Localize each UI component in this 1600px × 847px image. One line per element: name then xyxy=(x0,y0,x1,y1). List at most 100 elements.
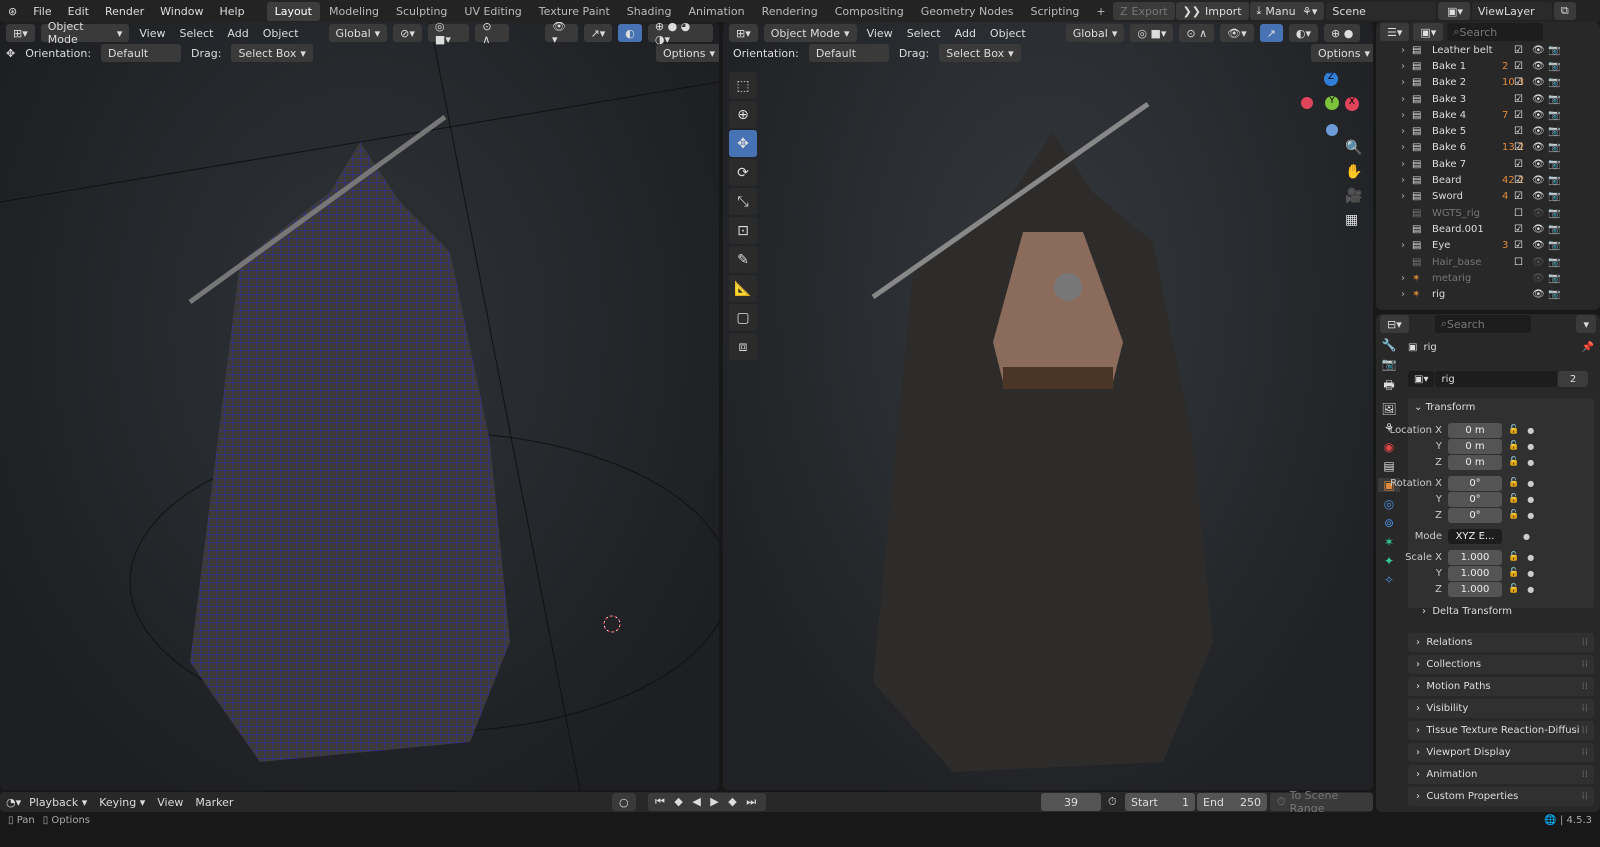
auto-keying-toggle[interactable]: ○ xyxy=(612,793,636,811)
add-workspace-button[interactable]: + xyxy=(1088,2,1113,21)
panel-motion-paths[interactable]: › Motion Paths ⁞⁞ xyxy=(1408,677,1594,696)
proportional-edit-icon[interactable]: ⊙ ∧ xyxy=(475,22,510,46)
orientation-dropdown[interactable]: Default xyxy=(808,44,889,62)
outliner-item[interactable]: ▤ Beard.001 ☑ 👁 📷 xyxy=(1376,221,1600,237)
gizmo-neg-x[interactable] xyxy=(1301,97,1313,109)
eye-icon[interactable]: 👁 xyxy=(1532,224,1545,235)
tab-compositing[interactable]: Compositing xyxy=(827,2,912,21)
keyframe-dot-icon[interactable]: ● xyxy=(1527,426,1534,435)
expand-chevron-icon[interactable]: › xyxy=(1394,159,1412,170)
expand-chevron-icon[interactable]: › xyxy=(1394,77,1412,88)
exclude-checkbox[interactable]: ☑ xyxy=(1514,191,1523,202)
transform-orientation-dropdown[interactable]: Global ▾ xyxy=(1065,24,1125,42)
exclude-checkbox[interactable]: ☐ xyxy=(1514,257,1523,268)
object-type-icon[interactable]: ▣▾ xyxy=(1408,371,1435,387)
properties-search-input[interactable]: ⌕ Search xyxy=(1434,315,1531,333)
snap-icon[interactable]: ◎ ■▾ xyxy=(427,22,470,46)
exclude-checkbox[interactable]: ☑ xyxy=(1514,45,1523,56)
navigation-gizmo[interactable]: Z Y X xyxy=(1301,72,1361,136)
pan-hand-icon[interactable]: ✋ xyxy=(1345,164,1362,180)
drag-handle-icon[interactable]: ⁞⁞ xyxy=(1582,769,1588,780)
menu-help[interactable]: Help xyxy=(212,5,253,18)
value-field[interactable]: 0 m xyxy=(1448,438,1502,454)
keyframe-dot-icon[interactable]: ● xyxy=(1527,553,1534,562)
shading-modes-icon[interactable]: ⊕ ● ◕ ◑▾ xyxy=(647,22,713,46)
menu-render[interactable]: Render xyxy=(97,5,152,18)
pin-icon[interactable]: 📌 xyxy=(1582,342,1594,353)
menu-add[interactable]: Add xyxy=(951,27,980,40)
measure-tool-icon[interactable]: 📐 xyxy=(729,275,757,302)
orientation-dropdown[interactable]: Default xyxy=(101,44,182,62)
scale-tool-icon[interactable]: ⤡ xyxy=(729,188,757,215)
visibility-icon[interactable]: 👁▾ xyxy=(545,22,578,46)
camera-icon[interactable]: 📷 xyxy=(1548,257,1560,268)
tool-tab-icon[interactable]: 🔧 xyxy=(1382,338,1397,352)
drag-handle-icon[interactable]: ⁞⁞ xyxy=(1582,791,1588,802)
render-tab-icon[interactable]: 📷 xyxy=(1382,357,1397,371)
expand-chevron-icon[interactable]: › xyxy=(1394,289,1412,300)
menu-object[interactable]: Object xyxy=(259,27,303,40)
drag-dropdown[interactable]: Select Box ▾ xyxy=(231,44,313,62)
lock-icon[interactable]: 🔓 xyxy=(1508,425,1519,435)
outliner-search-input[interactable]: ⌕ Search xyxy=(1447,23,1544,41)
menu-file[interactable]: File xyxy=(25,5,59,18)
eye-icon[interactable]: 👁 xyxy=(1532,77,1545,88)
eye-icon[interactable]: 👁 xyxy=(1532,240,1545,251)
scene-selector-icon[interactable]: ⚘▾ xyxy=(1295,2,1325,20)
gizmo-z-axis[interactable]: Z xyxy=(1324,72,1338,86)
copy-viewlayer-icon[interactable]: ⧉ xyxy=(1553,2,1576,20)
camera-icon[interactable]: 📷 xyxy=(1548,61,1560,72)
exclude-checkbox[interactable]: ☑ xyxy=(1514,142,1523,153)
lock-icon[interactable]: 🔓 xyxy=(1508,478,1519,488)
camera-icon[interactable]: 📷 xyxy=(1548,240,1560,251)
keyframe-dot-icon[interactable]: ● xyxy=(1527,495,1534,504)
drag-handle-icon[interactable]: ⁞⁞ xyxy=(1582,637,1588,648)
exclude-checkbox[interactable]: ☑ xyxy=(1514,77,1523,88)
eye-icon[interactable]: 👁 xyxy=(1532,94,1545,105)
outliner-item[interactable]: › ▤ Bake 1 2 ☑ 👁 📷 xyxy=(1376,58,1600,74)
view-layer-tab-icon[interactable]: 🖼 xyxy=(1381,402,1396,416)
gizmo-y-axis[interactable]: Y xyxy=(1325,96,1339,110)
outliner-item[interactable]: › ▤ Sword 4 ☑ 👁 📷 xyxy=(1376,189,1600,205)
scene-field[interactable]: Scene xyxy=(1326,2,1437,20)
display-mode-icon[interactable]: ☰▾ xyxy=(1380,23,1410,41)
lock-icon[interactable]: 🔓 xyxy=(1508,510,1519,520)
gizmo-neg-z[interactable] xyxy=(1326,124,1338,136)
outliner-item[interactable]: › ▤ Bake 2 10 3 ☑ 👁 📷 xyxy=(1376,75,1600,91)
eye-icon[interactable]: 👁 xyxy=(1532,273,1545,284)
transform-tool-icon[interactable]: ⊡ xyxy=(729,217,757,244)
output-tab-icon[interactable]: 🖶 xyxy=(1383,376,1394,397)
eye-icon[interactable]: 👁 xyxy=(1532,61,1545,72)
value-field[interactable]: 0° xyxy=(1448,507,1502,523)
exclude-checkbox[interactable]: ☑ xyxy=(1514,126,1523,137)
exclude-checkbox[interactable]: ☑ xyxy=(1514,224,1523,235)
keyframe-dot-icon[interactable]: ● xyxy=(1527,479,1534,488)
tab-shading[interactable]: Shading xyxy=(619,2,680,21)
camera-icon[interactable]: 📷 xyxy=(1548,110,1560,121)
lock-icon[interactable]: 🔓 xyxy=(1508,552,1519,562)
exclude-checkbox[interactable]: ☑ xyxy=(1514,175,1523,186)
value-field[interactable]: 0 m xyxy=(1448,422,1502,438)
proportional-edit-icon[interactable]: ⊙ ∧ xyxy=(1179,24,1215,42)
expand-chevron-icon[interactable]: › xyxy=(1394,110,1412,121)
outliner-item[interactable]: › ▤ Bake 3 ☑ 👁 📷 xyxy=(1376,91,1600,107)
camera-icon[interactable]: 📷 xyxy=(1548,126,1560,137)
viewlayer-field[interactable]: ViewLayer xyxy=(1471,2,1552,20)
camera-icon[interactable]: 📷 xyxy=(1548,273,1560,284)
expand-chevron-icon[interactable]: › xyxy=(1394,191,1412,202)
editor-type-icon[interactable]: ⊟▾ xyxy=(1380,315,1409,333)
eye-icon[interactable]: 👁 xyxy=(1532,45,1545,56)
menu-marker[interactable]: Marker xyxy=(191,796,237,809)
add-cube-tool-icon[interactable]: ▢ xyxy=(729,304,757,331)
playback-controls[interactable]: ⏮ ◆ ◀ ▶ ◆ ⏭ xyxy=(648,793,767,811)
gizmo-icon[interactable]: ↗▾ xyxy=(583,24,613,42)
overlay-icon[interactable]: ◐▾ xyxy=(1288,24,1318,42)
cursor-tool-icon[interactable]: ⊕ xyxy=(729,101,757,128)
camera-icon[interactable]: 📷 xyxy=(1548,208,1560,219)
menu-keying[interactable]: Keying ▾ xyxy=(95,796,149,809)
lock-icon[interactable]: 🔓 xyxy=(1508,568,1519,578)
camera-icon[interactable]: 📷 xyxy=(1548,159,1560,170)
outliner-item[interactable]: › ▤ Beard 42 2 ☑ 👁 📷 xyxy=(1376,172,1600,188)
keyframe-dot-icon[interactable]: ● xyxy=(1527,511,1534,520)
options-chevron-icon[interactable]: ▾ xyxy=(1576,315,1596,333)
